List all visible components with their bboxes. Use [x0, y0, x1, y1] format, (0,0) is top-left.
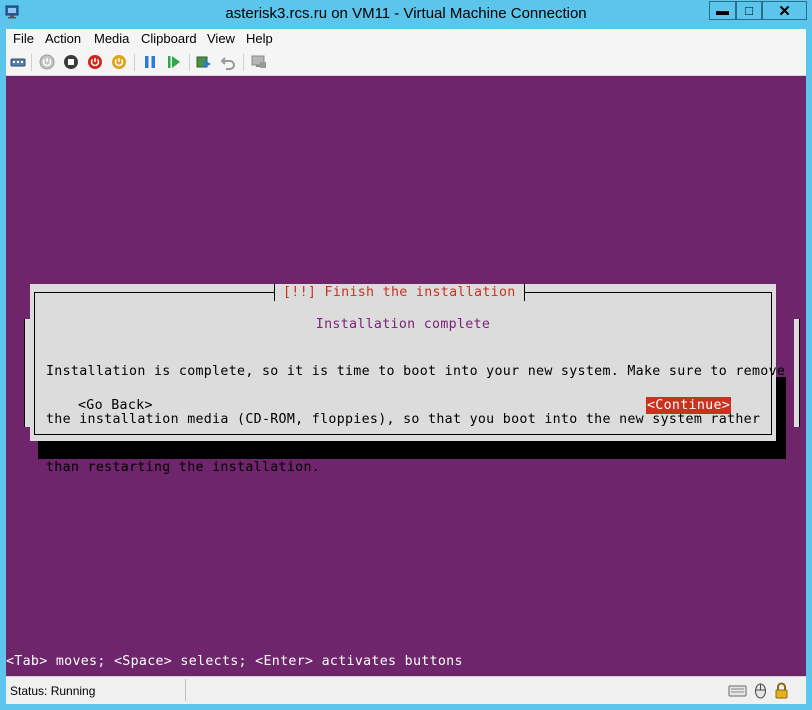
menu-media[interactable]: Media: [94, 31, 129, 46]
turn-off-icon[interactable]: [63, 54, 79, 70]
finish-installation-dialog: [!!] Finish the installation Installatio…: [30, 284, 785, 475]
save-state-icon[interactable]: [111, 54, 127, 70]
continue-button[interactable]: <Continue>: [646, 397, 732, 414]
menu-clipboard[interactable]: Clipboard: [141, 31, 197, 46]
resume-icon[interactable]: [166, 54, 182, 70]
shutdown-icon[interactable]: [87, 54, 103, 70]
menu-help[interactable]: Help: [246, 31, 273, 46]
dialog-message: Installation is complete, so it is time …: [46, 332, 785, 508]
minimize-button[interactable]: ▬: [709, 1, 736, 20]
keyboard-icon: [728, 685, 747, 697]
close-button[interactable]: ✕: [762, 1, 807, 20]
menu-view[interactable]: View: [207, 31, 235, 46]
go-back-button[interactable]: <Go Back>: [78, 397, 153, 414]
status-text: Status: Running: [10, 684, 96, 698]
menu-file[interactable]: File: [13, 31, 34, 46]
start-icon[interactable]: [39, 54, 55, 70]
enhanced-session-icon[interactable]: [251, 54, 267, 70]
revert-icon[interactable]: [220, 54, 236, 70]
message-line: Installation is complete, so it is time …: [46, 364, 786, 379]
ctrl-alt-del-icon[interactable]: [10, 54, 26, 70]
message-line: the installation media (CD-ROM, floppies…: [46, 412, 761, 427]
menu-action[interactable]: Action: [45, 31, 81, 46]
background-dialog-edge-right: [794, 319, 800, 427]
message-line: than restarting the installation.: [46, 460, 321, 475]
keyboard-hint: <Tab> moves; <Space> selects; <Enter> ac…: [6, 654, 463, 669]
pause-icon[interactable]: [142, 54, 158, 70]
mouse-icon: [755, 683, 766, 699]
dialog-title: [!!] Finish the installation: [274, 284, 525, 301]
vm-console-screen[interactable]: [!!] Finish the installation Installatio…: [6, 76, 806, 676]
menu-bar: File Action Media Clipboard View Help: [6, 29, 806, 49]
dialog-heading: Installation complete: [315, 317, 491, 332]
toolbar: [6, 49, 806, 76]
lock-icon: [775, 682, 788, 699]
window-title: asterisk3.rcs.ru on VM11 - Virtual Machi…: [225, 5, 587, 22]
maximize-button[interactable]: □: [736, 1, 762, 20]
title-bar: asterisk3.rcs.ru on VM11 - Virtual Machi…: [0, 0, 812, 28]
checkpoint-icon[interactable]: [196, 54, 212, 70]
status-bar: Status: Running: [6, 676, 806, 704]
